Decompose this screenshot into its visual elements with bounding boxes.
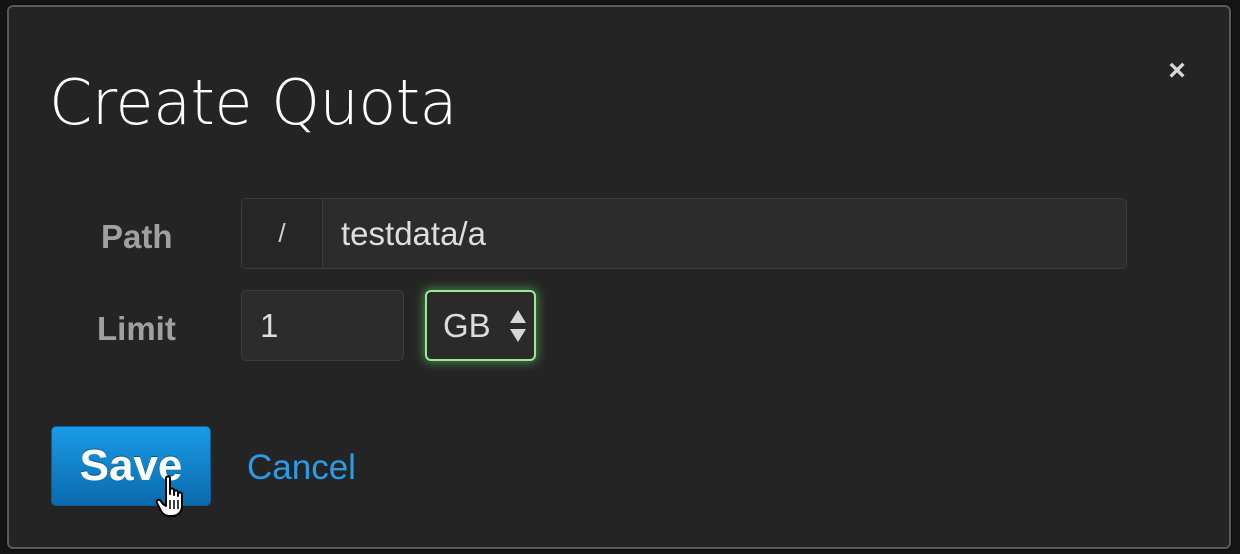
save-button[interactable]: Save [51, 426, 211, 506]
limit-label: Limit [97, 310, 176, 347]
unit-select-value: GB [443, 307, 491, 344]
cancel-link[interactable]: Cancel [247, 448, 356, 488]
path-field-group: / [241, 198, 1127, 269]
create-quota-dialog: Create Quota × Path / Limit GB Save Canc… [7, 5, 1231, 549]
unit-select[interactable]: GB [425, 290, 536, 361]
path-label: Path [101, 218, 173, 255]
limit-input[interactable] [241, 290, 404, 361]
path-prefix: / [242, 199, 323, 268]
dialog-title: Create Quota [49, 66, 458, 139]
path-input[interactable] [323, 199, 1126, 268]
close-icon[interactable]: × [1157, 51, 1197, 91]
select-arrows-icon [510, 310, 526, 342]
